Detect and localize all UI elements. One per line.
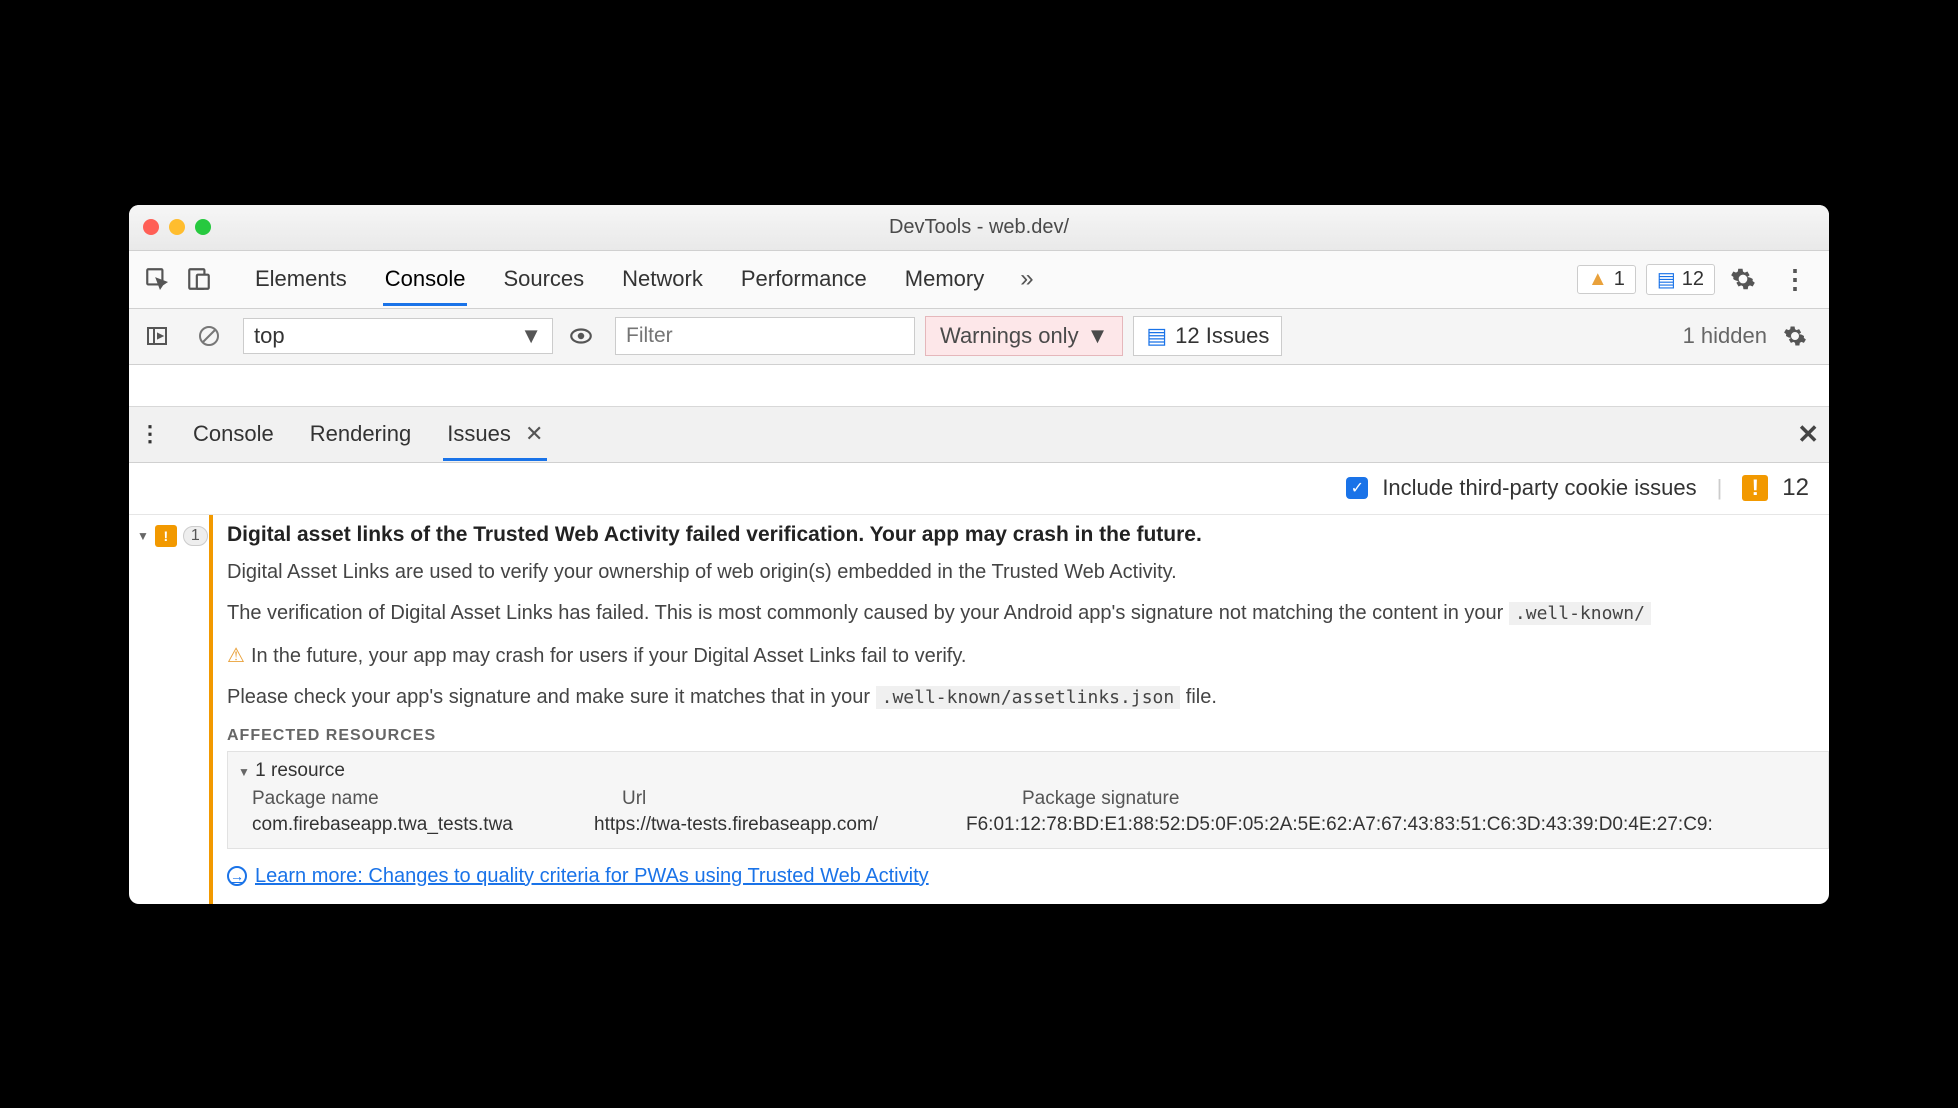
toggle-sidebar-icon[interactable]: [139, 318, 175, 354]
resource-count-row[interactable]: ▼ 1 resource: [238, 760, 1818, 782]
issue-title: Digital asset links of the Trusted Web A…: [227, 523, 1829, 547]
tab-elements[interactable]: Elements: [253, 252, 349, 306]
issue-content: Digital asset links of the Trusted Web A…: [209, 515, 1829, 904]
drawer-tab-issues-label: Issues: [447, 421, 511, 446]
code-snippet: .well-known/: [1509, 602, 1651, 625]
issue-paragraph: ⚠ In the future, your app may crash for u…: [227, 643, 1829, 668]
resource-table-header: Package name Url Package signature: [252, 788, 1818, 810]
issues-panel-header: ✓ Include third-party cookie issues | ! …: [129, 463, 1829, 515]
issue-kind-icon: !: [155, 525, 177, 547]
resource-table-row: com.firebaseapp.twa_tests.twa https://tw…: [252, 814, 1818, 836]
settings-gear-icon[interactable]: [1725, 261, 1761, 297]
warning-triangle-icon: ⚠: [227, 645, 245, 667]
drawer-tab-console[interactable]: Console: [189, 407, 278, 461]
resource-count-label: 1 resource: [255, 760, 345, 781]
drawer-tab-issues[interactable]: Issues ✕: [443, 407, 547, 461]
issue-item: ▼ ! 1 Digital asset links of the Trusted…: [129, 515, 1829, 904]
issue-text: file.: [1180, 686, 1217, 708]
console-filter-bar: top ▼ Warnings only ▼ ▤ 12 Issues 1 hidd…: [129, 309, 1829, 365]
message-icon: ▤: [1146, 323, 1167, 349]
warning-triangle-icon: ▲: [1588, 268, 1608, 291]
open-issues-button[interactable]: ▤ 12 Issues: [1133, 316, 1282, 356]
code-snippet: .well-known/assetlinks.json: [876, 686, 1181, 709]
close-tab-icon[interactable]: ✕: [525, 421, 543, 446]
devtools-window: DevTools - web.dev/ Elements Console Sou…: [129, 205, 1829, 904]
device-toggle-icon[interactable]: [181, 261, 217, 297]
context-value: top: [254, 323, 285, 349]
drawer-tab-rendering[interactable]: Rendering: [306, 407, 416, 461]
external-link-icon: →: [227, 866, 247, 886]
expand-caret-icon[interactable]: ▼: [238, 765, 250, 779]
issue-occurrence-count: 1: [183, 526, 208, 546]
cell-package-name: com.firebaseapp.twa_tests.twa: [252, 814, 562, 836]
context-selector[interactable]: top ▼: [243, 318, 553, 354]
issue-text: The verification of Digital Asset Links …: [227, 602, 1509, 624]
issue-text: In the future, your app may crash for us…: [251, 645, 967, 667]
issues-button-label: 12 Issues: [1175, 323, 1269, 349]
tab-performance[interactable]: Performance: [739, 252, 869, 306]
issue-gutter: ▼ ! 1: [129, 515, 209, 904]
tab-memory[interactable]: Memory: [903, 252, 986, 306]
toolbar-right: ▲ 1 ▤ 12 ⋮: [1577, 261, 1819, 297]
learn-more-link[interactable]: → Learn more: Changes to quality criteri…: [227, 865, 929, 888]
filter-input[interactable]: [615, 317, 915, 355]
affected-resources-heading: AFFECTED RESOURCES: [227, 727, 1829, 745]
window-titlebar: DevTools - web.dev/: [129, 205, 1829, 251]
tab-console[interactable]: Console: [383, 252, 468, 306]
cell-url: https://twa-tests.firebaseapp.com/: [594, 814, 934, 836]
live-expression-icon[interactable]: [563, 318, 599, 354]
hidden-messages-label[interactable]: 1 hidden: [1683, 323, 1767, 349]
col-package-signature: Package signature: [1022, 788, 1179, 810]
close-drawer-icon[interactable]: ✕: [1797, 419, 1819, 450]
issue-count: 12: [1682, 268, 1704, 291]
dropdown-caret-icon: ▼: [520, 323, 542, 349]
issues-badge[interactable]: ▤ 12: [1646, 264, 1715, 295]
learn-more-label: Learn more: Changes to quality criteria …: [255, 865, 929, 888]
dropdown-caret-icon: ▼: [1087, 323, 1109, 349]
issue-paragraph: Digital Asset Links are used to verify y…: [227, 561, 1829, 584]
main-toolbar: Elements Console Sources Network Perform…: [129, 251, 1829, 309]
log-level-value: Warnings only: [940, 323, 1079, 349]
drawer-menu-icon[interactable]: ⋮: [139, 421, 161, 447]
tab-network[interactable]: Network: [620, 252, 705, 306]
issue-paragraph: Please check your app's signature and ma…: [227, 686, 1829, 709]
kebab-menu-icon[interactable]: ⋮: [1777, 261, 1813, 297]
issues-total-icon: !: [1742, 475, 1768, 501]
affected-resources-box: ▼ 1 resource Package name Url Package si…: [227, 751, 1829, 849]
col-url: Url: [622, 788, 962, 810]
inspect-element-icon[interactable]: [139, 261, 175, 297]
more-tabs-icon[interactable]: »: [1020, 265, 1033, 293]
issue-text: Please check your app's signature and ma…: [227, 686, 876, 708]
include-thirdparty-checkbox[interactable]: ✓: [1346, 477, 1368, 499]
clear-console-icon[interactable]: [191, 318, 227, 354]
warnings-badge[interactable]: ▲ 1: [1577, 265, 1636, 294]
col-package-name: Package name: [252, 788, 562, 810]
panel-tabs: Elements Console Sources Network Perform…: [253, 252, 1577, 306]
issue-paragraph: The verification of Digital Asset Links …: [227, 602, 1829, 625]
include-thirdparty-label: Include third-party cookie issues: [1382, 475, 1696, 501]
console-settings-gear-icon[interactable]: [1777, 318, 1813, 354]
warning-count: 1: [1614, 268, 1625, 291]
message-icon: ▤: [1657, 267, 1676, 292]
console-output-area: [129, 365, 1829, 407]
window-title: DevTools - web.dev/: [129, 216, 1829, 239]
divider: |: [1717, 475, 1723, 501]
cell-package-signature: F6:01:12:78:BD:E1:88:52:D5:0F:05:2A:5E:6…: [966, 814, 1713, 836]
drawer-tabs: ⋮ Console Rendering Issues ✕ ✕: [129, 407, 1829, 463]
log-level-selector[interactable]: Warnings only ▼: [925, 316, 1123, 356]
expand-caret-icon[interactable]: ▼: [137, 529, 149, 543]
issues-total-count: 12: [1782, 474, 1809, 502]
tab-sources[interactable]: Sources: [501, 252, 586, 306]
